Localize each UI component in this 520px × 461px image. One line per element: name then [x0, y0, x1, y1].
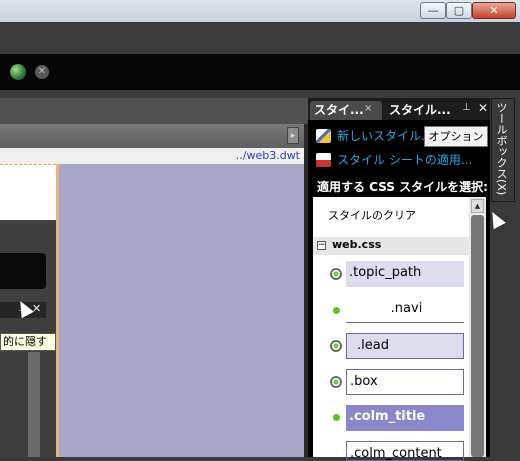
- minimize-button[interactable]: —: [420, 2, 446, 19]
- clear-style-item[interactable]: スタイルのクリア: [328, 207, 416, 223]
- maximize-button[interactable]: ▢: [446, 2, 472, 19]
- stylesheet-group-label: web.css: [332, 238, 382, 251]
- pin-icon[interactable]: ⊥: [462, 102, 471, 113]
- style-used-ring-icon: [330, 376, 342, 388]
- design-view-background[interactable]: [59, 164, 304, 457]
- panel-close-icon[interactable]: ✕: [478, 101, 488, 115]
- attach-stylesheet-label: スタイル シートの適用...: [337, 153, 473, 167]
- document-tab-strip: [0, 124, 304, 149]
- menu-area: [0, 22, 520, 54]
- select-css-heading: 適用する CSS スタイルを選択:: [317, 180, 488, 194]
- style-used-ring-icon: [330, 340, 342, 352]
- style-item-box[interactable]: .box: [346, 369, 464, 395]
- tab-manage-styles[interactable]: スタイル...: [385, 101, 453, 120]
- style-dot-icon: [333, 307, 340, 314]
- style-item-navi[interactable]: .navi: [346, 297, 464, 323]
- auto-hide-tooltip: 的に隠す: [0, 333, 56, 351]
- design-view-page[interactable]: [0, 164, 56, 220]
- new-style-label: 新しいスタイル...: [337, 129, 433, 143]
- template-file-link[interactable]: ../web3.dwt: [236, 149, 300, 162]
- toolbox-tab-label: ツールボックス(X): [495, 102, 508, 196]
- stop-icon[interactable]: ✕: [35, 65, 49, 79]
- new-style-icon: [316, 128, 331, 143]
- web-globe-icon[interactable]: [10, 64, 26, 80]
- style-item-lead[interactable]: .lead: [346, 333, 464, 359]
- scrollbar-thumb[interactable]: [471, 215, 484, 457]
- stylesheet-icon: [316, 152, 331, 167]
- style-item-colm-content[interactable]: .colm_content: [346, 441, 464, 461]
- style-dot-icon: [333, 414, 340, 421]
- tab-scroll-right-button[interactable]: ▸: [287, 127, 299, 144]
- new-style-link[interactable]: 新しいスタイル...: [316, 126, 432, 146]
- template-path-bar: ../web3.dwt: [0, 148, 304, 164]
- style-used-ring-icon: [330, 268, 342, 280]
- scroll-up-arrow-icon[interactable]: ▲: [471, 199, 484, 213]
- attach-stylesheet-link[interactable]: スタイル シートの適用...: [316, 150, 472, 170]
- toolbar: [0, 54, 520, 90]
- style-item-topic-path[interactable]: .topic_path: [346, 261, 464, 287]
- style-item-colm-title[interactable]: .colm_title: [346, 405, 464, 431]
- tab-close-icon[interactable]: ×: [364, 103, 372, 114]
- nested-scrollbar[interactable]: [28, 352, 40, 457]
- close-window-button[interactable]: ✕: [472, 2, 516, 19]
- close-icon[interactable]: ✕: [32, 302, 41, 315]
- nested-black-bar: [0, 253, 46, 289]
- options-button[interactable]: オプション: [424, 126, 488, 147]
- toolbar-separator: [0, 90, 520, 98]
- collapse-toggle-icon[interactable]: −: [317, 241, 326, 250]
